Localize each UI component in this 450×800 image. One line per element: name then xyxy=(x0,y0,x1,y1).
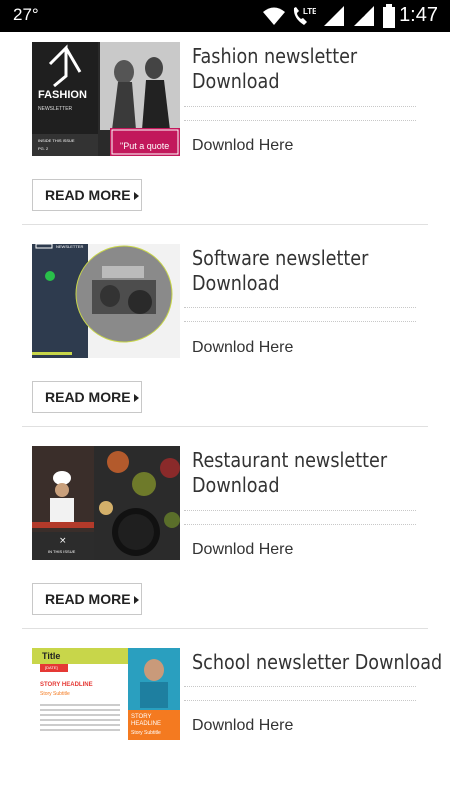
read-more-label: READ MORE xyxy=(45,591,131,607)
item-title-line: Software newsletter xyxy=(192,246,369,270)
wifi-icon xyxy=(263,7,285,25)
fashion-thumb-brand: FASHION xyxy=(38,89,87,101)
item-title-line: Download xyxy=(192,271,280,295)
caret-right-icon xyxy=(133,394,139,403)
fashion-thumb-sub: NEWSLETTER xyxy=(38,106,73,112)
fashion-thumb-quote: "Put a quote xyxy=(120,141,170,151)
item-separator xyxy=(22,426,428,427)
item-title[interactable]: Restaurant newsletter Download xyxy=(192,448,400,498)
newsletter-item-restaurant: × IN THIS ISSUE Restaurant newsletter Do… xyxy=(22,446,428,626)
item-title-line: Download xyxy=(192,69,280,93)
restaurant-thumb-issue: IN THIS ISSUE xyxy=(48,549,76,554)
school-thumb-headline2: HEADLINE xyxy=(131,721,162,727)
item-title-line: School newsletter Download xyxy=(192,650,443,674)
divider xyxy=(184,686,416,687)
divider xyxy=(184,321,416,322)
read-more-button[interactable]: READ MORE xyxy=(32,179,142,211)
item-separator xyxy=(22,628,428,629)
fashion-thumb-pg: PG. 2 xyxy=(38,146,49,151)
school-thumbnail[interactable]: Title [DATE] STORY HEADLINE Story Subtit… xyxy=(32,648,180,740)
fashion-thumb-issue: INSIDE THIS ISSUE xyxy=(38,138,75,143)
signal-no-data-icon xyxy=(354,6,374,26)
download-link[interactable]: Downlod Here xyxy=(192,541,293,559)
download-link[interactable]: Downlod Here xyxy=(192,339,293,357)
read-more-button[interactable]: READ MORE xyxy=(32,583,142,615)
newsletter-item-fashion: FASHION NEWSLETTER INSIDE THIS ISSUE PG.… xyxy=(22,42,428,222)
status-bar: 27° LTE 1:47 xyxy=(0,0,450,32)
divider xyxy=(184,510,416,511)
read-more-label: READ MORE xyxy=(45,187,131,203)
item-title-line: Restaurant newsletter xyxy=(192,448,388,472)
school-thumb-subtitle2: Story Subtitle xyxy=(131,730,161,736)
software-thumbnail[interactable]: NEWSLETTER xyxy=(32,244,180,358)
item-title[interactable]: Fashion newsletter Download xyxy=(192,44,400,94)
clock: 1:47 xyxy=(399,4,438,26)
caret-right-icon xyxy=(133,192,139,201)
item-title-line: Fashion newsletter xyxy=(192,44,358,68)
signal-icon xyxy=(324,6,344,26)
divider xyxy=(184,106,416,107)
school-thumb-headline: STORY HEADLINE xyxy=(40,682,93,688)
download-link[interactable]: Downlod Here xyxy=(192,137,293,155)
software-thumb-header: NEWSLETTER xyxy=(56,244,84,249)
newsletter-item-software: NEWSLETTER Software newsletter Download … xyxy=(22,244,428,424)
caret-right-icon xyxy=(133,596,139,605)
close-icon: × xyxy=(59,536,67,546)
read-more-label: READ MORE xyxy=(45,389,131,405)
item-title[interactable]: Software newsletter Download xyxy=(192,246,400,296)
item-title-line: Download xyxy=(192,473,280,497)
divider xyxy=(184,120,416,121)
newsletter-item-school: Title [DATE] STORY HEADLINE Story Subtit… xyxy=(22,648,443,758)
divider xyxy=(184,524,416,525)
school-thumb-date: [DATE] xyxy=(45,665,58,670)
read-more-button[interactable]: READ MORE xyxy=(32,381,142,413)
divider xyxy=(184,307,416,308)
fashion-thumbnail[interactable]: FASHION NEWSLETTER INSIDE THIS ISSUE PG.… xyxy=(32,42,180,156)
battery-icon xyxy=(383,4,395,28)
divider xyxy=(184,700,416,701)
item-title[interactable]: School newsletter Download xyxy=(192,650,443,675)
school-thumb-story: STORY xyxy=(131,714,152,720)
school-thumb-subtitle: Story Subtitle xyxy=(40,691,70,697)
download-link[interactable]: Downlod Here xyxy=(192,717,293,735)
lte-call-icon: LTE xyxy=(293,7,316,25)
school-thumb-title: Title xyxy=(42,651,61,661)
svg-text:LTE: LTE xyxy=(303,7,316,16)
restaurant-thumbnail[interactable]: × IN THIS ISSUE xyxy=(32,446,180,560)
temperature-indicator: 27° xyxy=(13,5,39,24)
item-separator xyxy=(22,224,428,225)
